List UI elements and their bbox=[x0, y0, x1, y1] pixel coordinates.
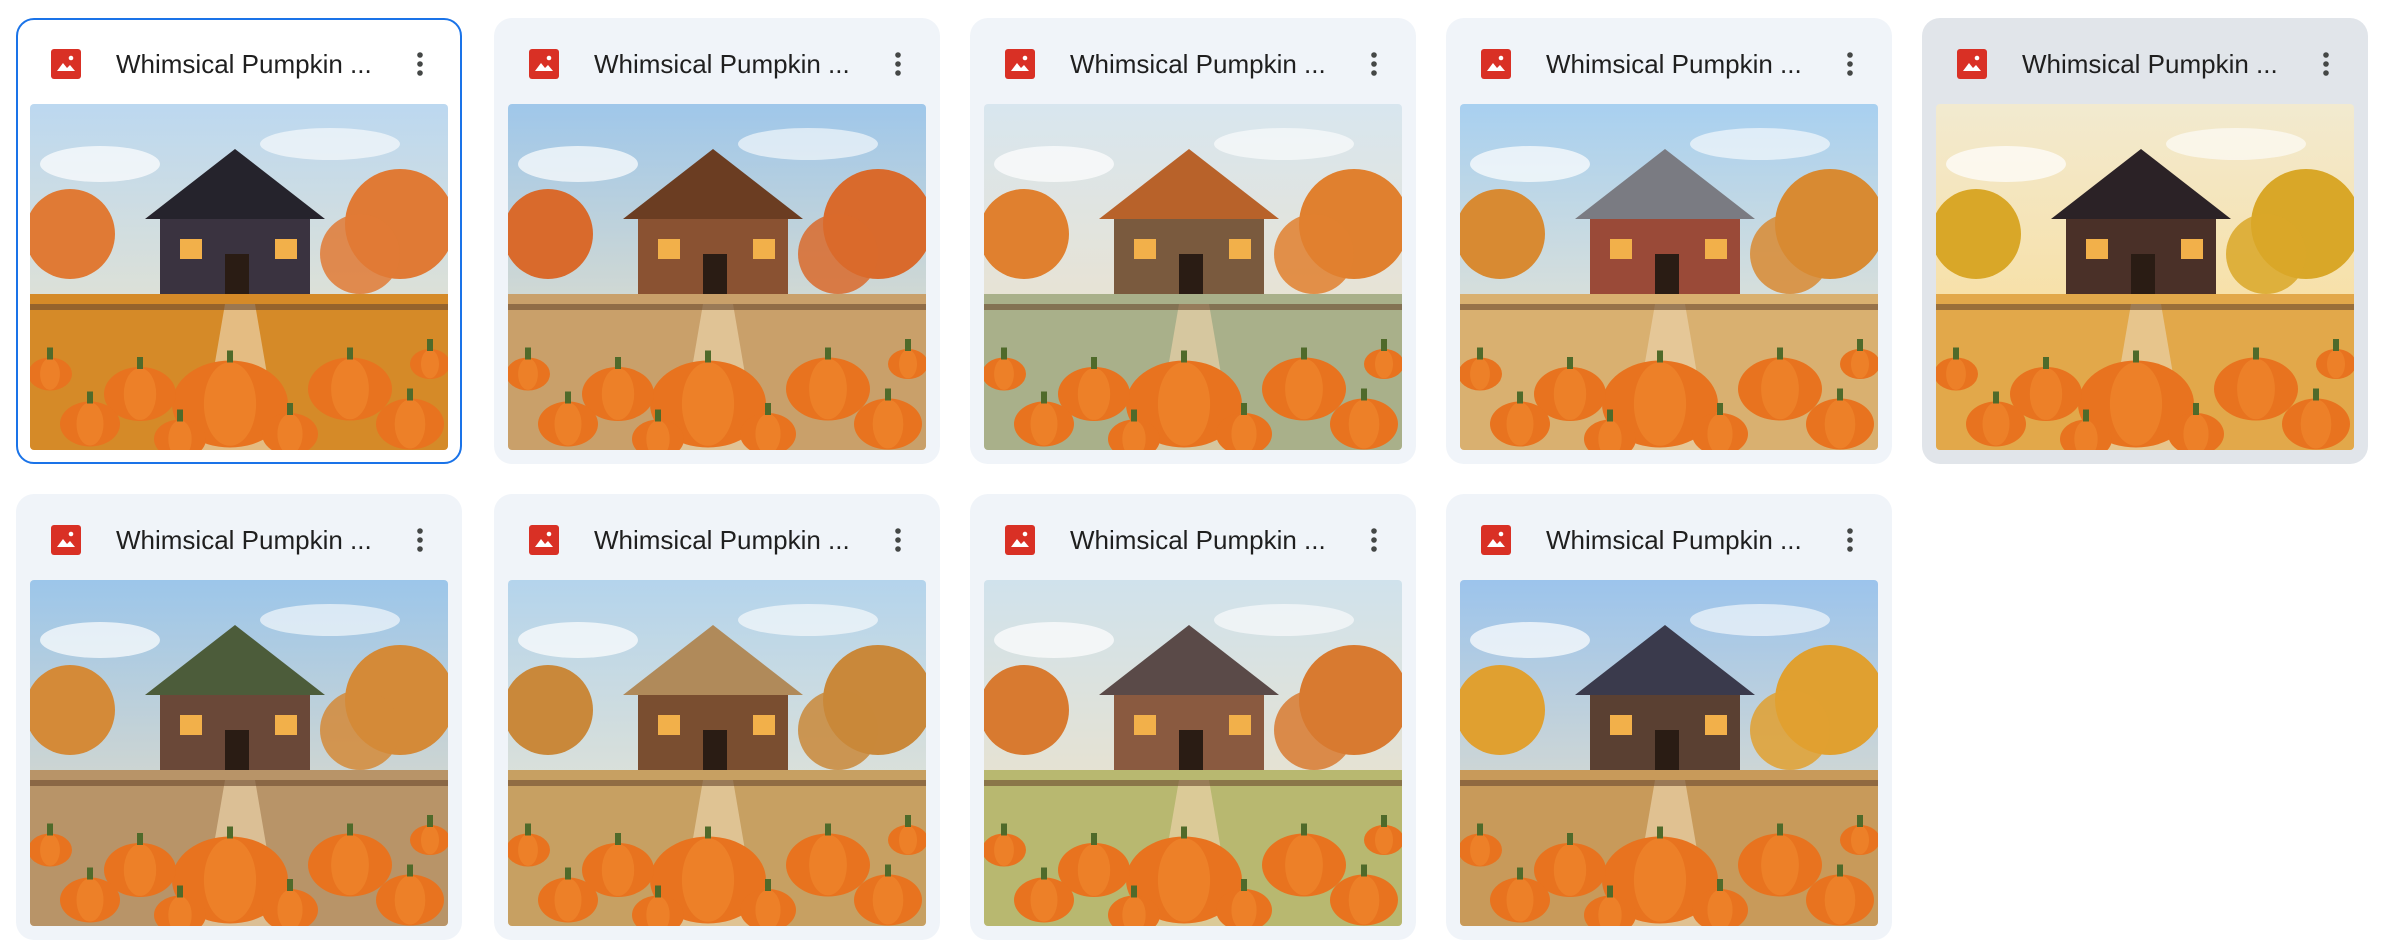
image-thumbnail[interactable] bbox=[984, 104, 1402, 450]
image-thumbnail[interactable] bbox=[1460, 104, 1878, 450]
image-file-icon bbox=[529, 525, 559, 555]
file-card-7[interactable]: Whimsical Pumpkin ... bbox=[494, 494, 940, 940]
more-actions-button[interactable] bbox=[400, 44, 440, 84]
image-thumbnail[interactable] bbox=[508, 580, 926, 926]
file-card-header: Whimsical Pumpkin ... bbox=[18, 20, 460, 108]
file-title: Whimsical Pumpkin ... bbox=[2022, 49, 2278, 79]
image-file-icon bbox=[1005, 525, 1035, 555]
image-thumbnail[interactable] bbox=[508, 104, 926, 450]
more-actions-button[interactable] bbox=[878, 520, 918, 560]
more-vert-icon bbox=[2323, 52, 2329, 76]
image-file-icon bbox=[1005, 49, 1035, 79]
image-thumbnail[interactable] bbox=[984, 580, 1402, 926]
image-file-icon bbox=[51, 525, 81, 555]
file-card-header: Whimsical Pumpkin ... bbox=[494, 18, 940, 106]
file-card-5[interactable]: Whimsical Pumpkin ... bbox=[1922, 18, 2368, 464]
image-thumbnail[interactable] bbox=[1936, 104, 2354, 450]
file-card-header: Whimsical Pumpkin ... bbox=[970, 18, 1416, 106]
image-file-icon bbox=[1481, 49, 1511, 79]
more-vert-icon bbox=[1371, 528, 1377, 552]
image-thumbnail[interactable] bbox=[30, 104, 448, 450]
file-card-8[interactable]: Whimsical Pumpkin ... bbox=[970, 494, 1416, 940]
more-vert-icon bbox=[895, 528, 901, 552]
more-actions-button[interactable] bbox=[1830, 520, 1870, 560]
file-card-9[interactable]: Whimsical Pumpkin ... bbox=[1446, 494, 1892, 940]
image-file-icon bbox=[1957, 49, 1987, 79]
more-vert-icon bbox=[1847, 52, 1853, 76]
file-card-header: Whimsical Pumpkin ... bbox=[1922, 18, 2368, 106]
file-title: Whimsical Pumpkin ... bbox=[594, 525, 850, 555]
file-card-header: Whimsical Pumpkin ... bbox=[970, 494, 1416, 582]
file-card-header: Whimsical Pumpkin ... bbox=[16, 494, 462, 582]
file-card-header: Whimsical Pumpkin ... bbox=[1446, 18, 1892, 106]
file-card-4[interactable]: Whimsical Pumpkin ... bbox=[1446, 18, 1892, 464]
file-title: Whimsical Pumpkin ... bbox=[1546, 49, 1802, 79]
file-title: Whimsical Pumpkin ... bbox=[116, 525, 372, 555]
more-actions-button[interactable] bbox=[878, 44, 918, 84]
file-title: Whimsical Pumpkin ... bbox=[1070, 49, 1326, 79]
more-actions-button[interactable] bbox=[1354, 520, 1394, 560]
image-file-icon bbox=[51, 49, 81, 79]
file-title: Whimsical Pumpkin ... bbox=[1070, 525, 1326, 555]
more-vert-icon bbox=[417, 52, 423, 76]
more-actions-button[interactable] bbox=[1830, 44, 1870, 84]
file-card-header: Whimsical Pumpkin ... bbox=[494, 494, 940, 582]
file-card-3[interactable]: Whimsical Pumpkin ... bbox=[970, 18, 1416, 464]
more-vert-icon bbox=[1371, 52, 1377, 76]
file-grid: Whimsical Pumpkin ... Whimsical Pumpkin … bbox=[0, 0, 2384, 940]
file-card-1[interactable]: Whimsical Pumpkin ... bbox=[16, 18, 462, 464]
more-vert-icon bbox=[895, 52, 901, 76]
more-actions-button[interactable] bbox=[400, 520, 440, 560]
more-vert-icon bbox=[1847, 528, 1853, 552]
image-thumbnail[interactable] bbox=[1460, 580, 1878, 926]
file-card-header: Whimsical Pumpkin ... bbox=[1446, 494, 1892, 582]
image-file-icon bbox=[1481, 525, 1511, 555]
file-title: Whimsical Pumpkin ... bbox=[1546, 525, 1802, 555]
more-vert-icon bbox=[417, 528, 423, 552]
file-title: Whimsical Pumpkin ... bbox=[594, 49, 850, 79]
more-actions-button[interactable] bbox=[2306, 44, 2346, 84]
file-card-2[interactable]: Whimsical Pumpkin ... bbox=[494, 18, 940, 464]
file-title: Whimsical Pumpkin ... bbox=[116, 49, 372, 79]
file-card-6[interactable]: Whimsical Pumpkin ... bbox=[16, 494, 462, 940]
more-actions-button[interactable] bbox=[1354, 44, 1394, 84]
image-file-icon bbox=[529, 49, 559, 79]
image-thumbnail[interactable] bbox=[30, 580, 448, 926]
